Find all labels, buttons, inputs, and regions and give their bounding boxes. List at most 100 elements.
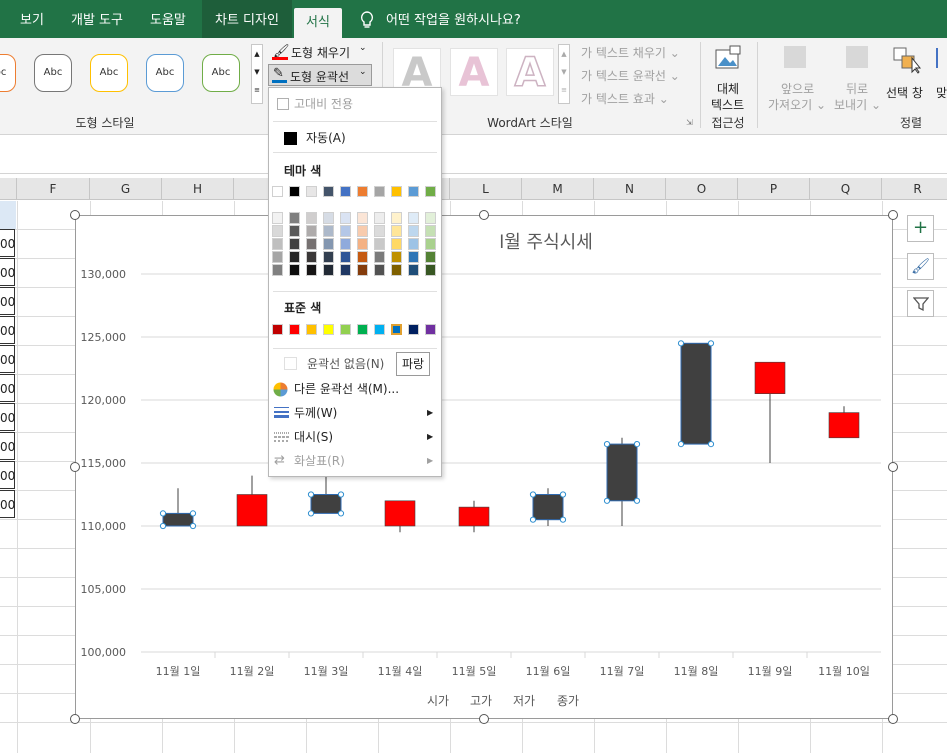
text-fill-button[interactable]: 가 텍스트 채우기 ⌄ <box>581 44 680 61</box>
selection-point[interactable] <box>307 491 315 498</box>
theme-shade-swatch[interactable] <box>323 212 334 224</box>
resize-handle[interactable] <box>888 210 898 220</box>
legend-entry[interactable]: 시가 <box>427 694 449 708</box>
theme-shade-swatch[interactable] <box>323 225 334 237</box>
candle-down-bar[interactable] <box>384 500 416 527</box>
column-header[interactable]: M <box>522 178 594 200</box>
theme-shade-swatch[interactable] <box>323 264 334 276</box>
theme-shade-swatch[interactable] <box>272 264 283 276</box>
theme-shade-swatch[interactable] <box>340 225 351 237</box>
column-header[interactable]: N <box>594 178 666 200</box>
table-cell[interactable]: 00 <box>0 403 15 431</box>
column-header[interactable]: H <box>162 178 234 200</box>
theme-shade-swatch[interactable] <box>272 251 283 263</box>
theme-shade-swatch[interactable] <box>306 212 317 224</box>
shape-style-orange[interactable]: Abc <box>0 54 16 92</box>
chevron-down-icon[interactable]: ▼ <box>559 63 569 81</box>
legend-entry[interactable]: 고가 <box>470 694 492 708</box>
theme-shade-swatch[interactable] <box>408 225 419 237</box>
standard-color-swatch[interactable] <box>391 324 402 335</box>
theme-shade-swatch[interactable] <box>289 212 300 224</box>
dialog-launcher-icon[interactable]: ⇲ <box>686 118 693 127</box>
theme-color-swatch[interactable] <box>357 186 368 197</box>
resize-handle[interactable] <box>70 714 80 724</box>
selected-cell[interactable] <box>0 201 16 229</box>
theme-shade-swatch[interactable] <box>425 238 436 250</box>
standard-color-swatch[interactable] <box>323 324 334 335</box>
tab-view[interactable]: 보기 <box>20 0 44 38</box>
candle-up-bar[interactable] <box>606 443 638 502</box>
checkbox-icon[interactable] <box>277 98 289 110</box>
theme-shade-swatch[interactable] <box>323 238 334 250</box>
weight-item[interactable]: 두께(W) ▶ <box>269 402 441 424</box>
theme-shade-swatch[interactable] <box>306 238 317 250</box>
send-backward-button[interactable]: 뒤로 보내기 ⌄ <box>832 42 886 112</box>
dashes-item[interactable]: 대시(S) ▶ <box>269 426 441 448</box>
candle-down-bar[interactable] <box>828 412 860 439</box>
theme-shade-swatch[interactable] <box>391 212 402 224</box>
theme-shade-swatch[interactable] <box>272 238 283 250</box>
wordart-gallery-scroll[interactable]: ▲ ▼ ≡ <box>558 44 570 104</box>
theme-shade-swatch[interactable] <box>357 212 368 224</box>
theme-shade-swatch[interactable] <box>306 225 317 237</box>
resize-handle[interactable] <box>888 714 898 724</box>
automatic-color-item[interactable]: 자동(A) <box>269 127 441 149</box>
theme-shade-swatch[interactable] <box>408 251 419 263</box>
theme-color-swatch[interactable] <box>408 186 419 197</box>
tab-format[interactable]: 서식 <box>294 8 342 38</box>
align-button[interactable]: 맞 <box>932 46 947 106</box>
candle-down-bar[interactable] <box>236 494 268 527</box>
theme-shade-swatch[interactable] <box>374 238 385 250</box>
theme-shade-swatch[interactable] <box>340 251 351 263</box>
chevron-up-icon[interactable]: ▲ <box>252 45 262 63</box>
tell-me-search[interactable]: 어떤 작업을 원하시나요? <box>386 0 521 38</box>
shape-style-green[interactable]: Abc <box>202 54 240 92</box>
theme-shade-swatch[interactable] <box>391 225 402 237</box>
column-header-prev[interactable] <box>0 178 17 200</box>
theme-shade-swatch[interactable] <box>391 251 402 263</box>
high-contrast-only-item[interactable]: 고대비 전용 <box>269 93 441 115</box>
column-header[interactable]: P <box>738 178 810 200</box>
standard-color-swatch[interactable] <box>272 324 283 335</box>
theme-shade-swatch[interactable] <box>357 251 368 263</box>
theme-shade-swatch[interactable] <box>425 251 436 263</box>
table-cell[interactable]: 00 <box>0 374 15 402</box>
shape-style-gray[interactable]: Abc <box>34 54 72 92</box>
legend-entry[interactable]: 저가 <box>513 694 535 708</box>
selection-point[interactable] <box>707 340 715 347</box>
chart-plot[interactable]: l월 주식시세 100,000 105,000 110,000 115,000 120,0… <box>76 216 894 720</box>
gallery-scroll[interactable]: ▲ ▼ ≡ <box>251 44 263 104</box>
table-cell[interactable]: 00 <box>0 461 15 489</box>
resize-handle[interactable] <box>888 462 898 472</box>
table-cell[interactable]: 00 <box>0 229 15 257</box>
table-cell[interactable]: 00 <box>0 490 15 518</box>
theme-color-swatch[interactable] <box>340 186 351 197</box>
bring-forward-button[interactable]: 앞으로 가져오기 ⌄ <box>764 42 830 112</box>
table-cell[interactable]: 00 <box>0 287 15 315</box>
stock-chart[interactable]: l월 주식시세 100,000 105,000 110,000 115,000 120,0… <box>75 215 893 719</box>
selection-point[interactable] <box>677 441 685 448</box>
theme-shade-swatch[interactable] <box>391 238 402 250</box>
theme-shade-swatch[interactable] <box>408 238 419 250</box>
resize-handle[interactable] <box>70 210 80 220</box>
theme-shade-swatch[interactable] <box>306 264 317 276</box>
theme-color-swatch[interactable] <box>374 186 385 197</box>
candle-up-bar[interactable] <box>532 494 564 521</box>
column-header[interactable]: R <box>882 178 947 200</box>
selection-point[interactable] <box>559 491 567 498</box>
candle-down-bar[interactable] <box>754 361 786 394</box>
tab-help[interactable]: 도움말 <box>150 0 186 38</box>
theme-color-swatch[interactable] <box>306 186 317 197</box>
text-outline-button[interactable]: 가 텍스트 윤곽선 ⌄ <box>581 67 680 84</box>
chevron-down-icon[interactable]: ▼ <box>252 63 262 81</box>
theme-shade-swatch[interactable] <box>425 264 436 276</box>
theme-shade-swatch[interactable] <box>340 212 351 224</box>
shape-outline-button[interactable]: ✎ 도형 윤곽선 ⌄ <box>268 64 372 86</box>
theme-shade-swatch[interactable] <box>374 264 385 276</box>
tab-developer[interactable]: 개발 도구 <box>71 0 123 38</box>
selection-point[interactable] <box>307 510 315 517</box>
alt-text-button[interactable]: 대체 텍스트 <box>704 42 750 112</box>
table-cell[interactable]: 00 <box>0 258 15 286</box>
selection-point[interactable] <box>189 510 197 517</box>
theme-shade-swatch[interactable] <box>289 225 300 237</box>
